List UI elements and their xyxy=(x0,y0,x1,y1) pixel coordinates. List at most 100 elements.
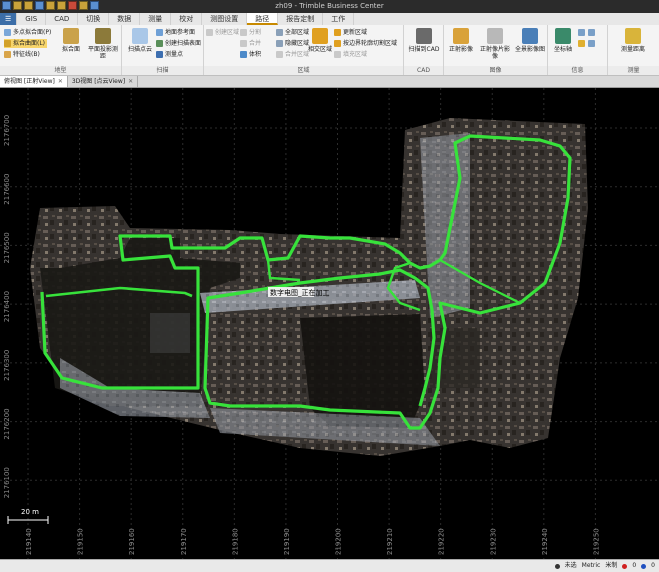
merge-region-icon xyxy=(276,51,283,58)
ribbon-tab[interactable]: GIS xyxy=(17,13,47,25)
plane-icon xyxy=(4,29,11,36)
grid-label-x: 219170 xyxy=(180,528,188,555)
grid-label-x: 219140 xyxy=(25,528,33,555)
ortho-photo-button[interactable]: 正射像片影像 xyxy=(478,28,512,60)
info-tool-4[interactable] xyxy=(588,39,595,48)
fit-plane-icon xyxy=(63,28,79,44)
intersect-region-button[interactable]: 相交区域 xyxy=(308,28,332,53)
ortho-photo-icon xyxy=(487,28,503,44)
ribbon-tab[interactable]: 测量 xyxy=(140,13,172,25)
panorama-button[interactable]: 全景影像图 xyxy=(514,28,546,53)
update-region-button[interactable]: 更新区域 xyxy=(334,28,367,37)
warning-icon xyxy=(622,563,628,569)
fill-region-button[interactable]: 填充区域 xyxy=(334,50,367,59)
ribbon-tab[interactable]: 报告定制 xyxy=(278,13,324,25)
plan-viewport[interactable]: 219140 219150 219160 219170 219180 219190 2192… xyxy=(0,88,659,559)
grid-label-y: 2176500 xyxy=(3,232,11,263)
scan-to-cad-button[interactable]: 扫描到CAD xyxy=(408,28,440,53)
ortho-image-button[interactable]: 正射影像 xyxy=(446,28,476,53)
axis-icon xyxy=(555,28,571,44)
grid-label-x: 219220 xyxy=(438,528,446,555)
grid-label-x: 219190 xyxy=(283,528,291,555)
merge-region-button[interactable]: 合并区域 xyxy=(276,50,309,59)
zoom-icon xyxy=(588,29,595,36)
scan-cloud-button[interactable]: 扫描点云 xyxy=(125,28,155,53)
merge-button[interactable]: 合并 xyxy=(240,39,261,48)
title-bar: zh09 - Trimble Business Center xyxy=(0,0,659,13)
status-units-cn: 米制 xyxy=(605,562,618,569)
ribbon-group-cad: 扫描到CAD CAD xyxy=(404,25,444,75)
cloud-icon xyxy=(132,28,148,44)
ribbon-tab[interactable]: 测图设置 xyxy=(202,13,248,25)
group-label: 地型 xyxy=(0,66,121,75)
hide-region-button[interactable]: 隐藏区域 xyxy=(276,39,309,48)
create-region-button[interactable]: 创建区域 xyxy=(206,28,239,37)
split-button[interactable]: 分割 xyxy=(240,28,261,37)
fit-surface-button[interactable]: 拟合曲面(L) xyxy=(4,39,48,48)
selection-icon xyxy=(554,563,560,569)
tab-3d-view[interactable]: 3D视图 [点云View] ✕ xyxy=(68,76,139,87)
file-menu-tab[interactable]: ☰ xyxy=(0,13,18,25)
ribbon-tab[interactable]: 数据 xyxy=(109,13,141,25)
ribbon: 多点拟合面(P) 拟合曲面(L) 特征线(B) 拟合面 平面投影测距 地型 扫描… xyxy=(0,25,659,76)
grid-label-x: 219240 xyxy=(541,528,549,555)
ortho-icon xyxy=(453,28,469,44)
info-tool-2[interactable] xyxy=(588,28,595,37)
svg-text:数字电图_正在加工: 数字电图_正在加工 xyxy=(270,288,330,297)
feature-line-button[interactable]: 特征线(B) xyxy=(4,50,40,59)
create-scan-surface-button[interactable]: 创建扫描表面 xyxy=(156,39,201,48)
ribbon-tab[interactable]: CAD xyxy=(46,13,79,25)
status-items: 未选 Metric 米制 0 0 xyxy=(554,561,655,571)
ribbon-group-info: 坐标轴 信息 xyxy=(548,25,608,75)
volume-button[interactable]: 体积 xyxy=(240,50,261,59)
status-bar: 未选 Metric 米制 0 0 xyxy=(0,559,659,572)
volume-icon xyxy=(240,51,247,58)
group-label: 区域 xyxy=(204,66,403,75)
grid-label-x: 219200 xyxy=(335,528,343,555)
point-icon xyxy=(156,51,163,58)
measure-distance-button[interactable]: 测量距离 xyxy=(612,28,654,53)
grid-icon xyxy=(588,40,595,47)
ribbon-tab[interactable]: 校对 xyxy=(171,13,203,25)
axis-button[interactable]: 坐标轴 xyxy=(550,28,576,53)
ruler-icon xyxy=(625,28,641,44)
measure-point-button[interactable]: 测量点 xyxy=(156,50,183,59)
line-icon xyxy=(4,51,11,58)
grid-label-y: 2176100 xyxy=(3,467,11,498)
ground-ref-button[interactable]: 地面参考面 xyxy=(156,28,195,37)
point-label: 数字电图_正在加工 xyxy=(268,287,330,297)
info-tool-1[interactable] xyxy=(578,28,585,37)
ribbon-tab[interactable]: 切换 xyxy=(78,13,110,25)
grid-label-x: 219210 xyxy=(386,528,394,555)
grid-label-y: 2176300 xyxy=(3,350,11,381)
surface-icon xyxy=(4,40,11,47)
ribbon-group-measure: 测量距离 测量 xyxy=(608,25,659,75)
status-units[interactable]: Metric xyxy=(582,561,601,571)
all-regions-icon xyxy=(276,29,283,36)
plane-measure-button[interactable]: 平面投影测距 xyxy=(86,28,120,60)
cad-icon xyxy=(416,28,432,44)
group-label: 图像 xyxy=(444,66,547,75)
ribbon-group-scan: 扫描点云 地面参考面 创建扫描表面 测量点 扫描 xyxy=(122,25,204,75)
grid-label-x: 219250 xyxy=(592,528,600,555)
group-label: CAD xyxy=(404,66,443,75)
ribbon-tab[interactable]: 路径 xyxy=(247,13,279,25)
ground-icon xyxy=(156,29,163,36)
cut-by-boundary-button[interactable]: 按边界轮廓切割区域 xyxy=(334,39,397,48)
group-label: 扫描 xyxy=(122,66,203,75)
multi-fit-plane-button[interactable]: 多点拟合面(P) xyxy=(4,28,51,37)
view-tabs: 俯视图 [正射View] ✕ 3D视图 [点云View] ✕ xyxy=(0,76,659,88)
panorama-icon xyxy=(522,28,538,44)
fit-plane-button[interactable]: 拟合面 xyxy=(58,28,84,53)
group-label: 测量 xyxy=(608,66,659,75)
grid-label-y: 2176600 xyxy=(3,174,11,205)
close-icon[interactable]: ✕ xyxy=(128,76,133,87)
intersect-icon xyxy=(312,28,328,44)
all-regions-button[interactable]: 全部区域 xyxy=(276,28,309,37)
close-icon[interactable]: ✕ xyxy=(58,76,63,87)
ribbon-tab[interactable]: 工作 xyxy=(323,13,355,25)
point-cloud-canvas[interactable]: 219140 219150 219160 219170 219180 219190 2192… xyxy=(0,88,659,559)
info-tool-3[interactable] xyxy=(578,39,585,48)
tab-plan-view[interactable]: 俯视图 [正射View] ✕ xyxy=(0,76,68,87)
status-selection: 未选 xyxy=(564,562,577,569)
